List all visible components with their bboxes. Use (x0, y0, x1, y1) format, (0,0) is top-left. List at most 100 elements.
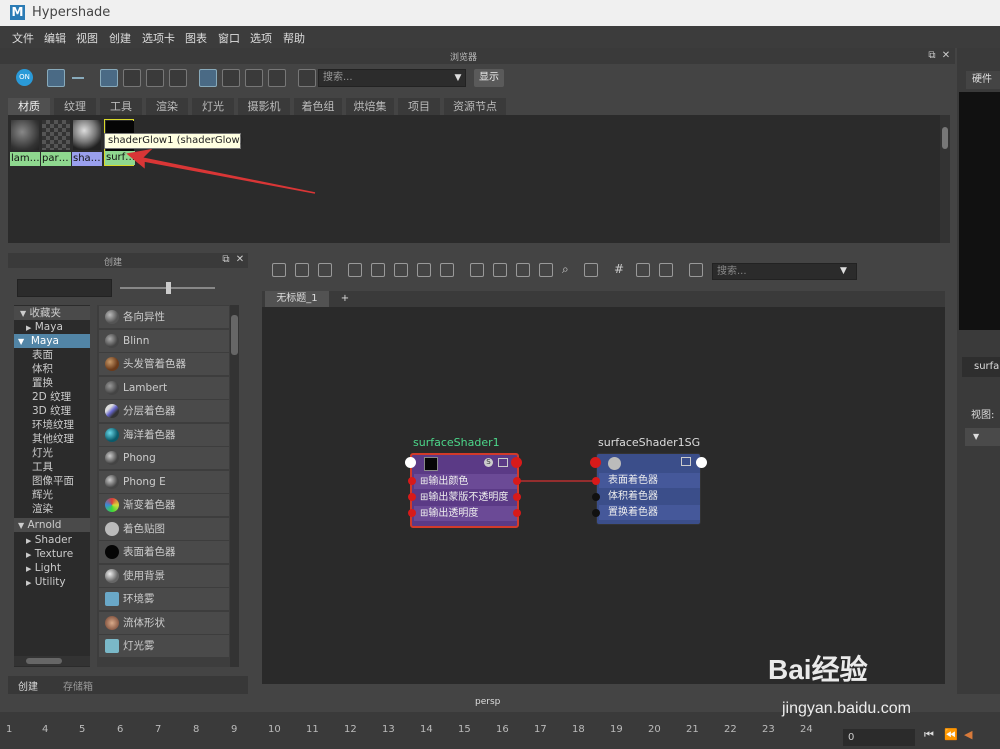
category-utilities[interactable]: 工具 (14, 460, 90, 474)
port-in[interactable] (408, 493, 416, 501)
node2-input-port[interactable] (590, 457, 601, 468)
scroll-thumb[interactable] (26, 658, 62, 664)
menu-view[interactable]: 视图 (76, 30, 98, 46)
close-panel-icon[interactable]: ✕ (940, 50, 952, 62)
tab-materials[interactable]: 材质 (8, 98, 50, 115)
show-button[interactable]: 显示 (474, 69, 504, 87)
category-displacement[interactable]: 置换 (14, 376, 90, 390)
category-lights[interactable]: 灯光 (14, 446, 90, 460)
node1-output-port[interactable] (511, 457, 522, 468)
tab-textures[interactable]: 纹理 (54, 98, 96, 115)
remove-selected-icon[interactable] (394, 263, 408, 277)
category-rendering[interactable]: 渲染 (14, 502, 90, 516)
attr-displacement-shader[interactable]: 置换着色器 (599, 505, 700, 520)
node-item-ocean-shader[interactable]: 海洋着色器 (99, 424, 229, 446)
category-arnold-light[interactable]: ▶ Light (14, 561, 90, 575)
node-item-lambert[interactable]: Lambert (99, 377, 229, 399)
node-item-anisotropic[interactable]: 各向异性 (99, 306, 229, 328)
menu-window[interactable]: 窗口 (218, 30, 240, 46)
snap-icon[interactable] (636, 263, 650, 277)
port-in[interactable] (592, 477, 600, 485)
node-item-light-fog[interactable]: 灯光雾 (99, 635, 229, 657)
connected-mode-icon[interactable] (493, 263, 507, 277)
node2-output-port[interactable] (696, 457, 707, 468)
custom-mode-icon[interactable] (539, 263, 553, 277)
search-dropdown-icon[interactable]: ▼ (450, 69, 466, 87)
frame-icon[interactable] (584, 263, 598, 277)
port-out[interactable] (513, 477, 521, 485)
port-in[interactable] (592, 509, 600, 517)
node-item-surface-shader[interactable]: 表面着色器 (99, 541, 229, 563)
swatch-scrollbar[interactable] (940, 115, 950, 243)
category-hscrollbar[interactable] (14, 656, 90, 666)
slider-knob[interactable] (166, 282, 171, 294)
category-favorites[interactable]: ▼ 收藏夹 (14, 306, 90, 320)
node-item-shading-map[interactable]: 着色贴图 (99, 518, 229, 540)
port-in[interactable] (408, 477, 416, 485)
swatch-display-icon[interactable] (659, 263, 673, 277)
category-arnold-utility[interactable]: ▶ Utility (14, 575, 90, 589)
clear-graph-icon[interactable] (348, 263, 362, 277)
menu-edit[interactable]: 编辑 (44, 30, 66, 46)
category-2d-textures[interactable]: 2D 纹理 (14, 390, 90, 404)
tab-shading-groups[interactable]: 着色组 (294, 98, 342, 115)
category-3d-textures[interactable]: 3D 纹理 (14, 404, 90, 418)
search-dropdown-icon[interactable]: ▼ (840, 263, 847, 280)
node-item-blinn[interactable]: Blinn (99, 330, 229, 352)
scroll-thumb[interactable] (942, 127, 948, 149)
sort-type-icon[interactable] (222, 69, 240, 87)
sort-time-icon[interactable] (245, 69, 263, 87)
filter-icon[interactable] (298, 69, 316, 87)
tab-create[interactable]: 创建 (18, 678, 38, 693)
swatch-particle[interactable]: par… (41, 119, 71, 166)
property-name-field[interactable]: surfa (962, 357, 1000, 377)
menu-graph[interactable]: 图表 (185, 30, 207, 46)
category-maya[interactable]: ▼ Maya (14, 334, 90, 348)
category-surface[interactable]: 表面 (14, 348, 90, 362)
attr-volume-shader[interactable]: 体积着色器 (599, 489, 700, 504)
tab-asset-nodes[interactable]: 资源节点 (444, 98, 506, 115)
io-connections-icon[interactable] (295, 263, 309, 277)
node-item-phong[interactable]: Phong (99, 447, 229, 469)
node-mode-icon[interactable] (498, 458, 508, 467)
node-item-hair-tube-shader[interactable]: 头发管着色器 (99, 353, 229, 375)
category-env-textures[interactable]: 环境纹理 (14, 418, 90, 432)
category-volume[interactable]: 体积 (14, 362, 90, 376)
output-connections-icon[interactable] (318, 263, 332, 277)
swatch-shader[interactable]: sha… (72, 119, 102, 166)
rearrange-graph-icon[interactable] (440, 263, 454, 277)
tab-untitled-1[interactable]: 无标题_1 (265, 291, 329, 307)
simple-mode-icon[interactable] (470, 263, 484, 277)
category-arnold[interactable]: ▼ Arnold (14, 518, 90, 532)
category-glow[interactable]: 辉光 (14, 488, 90, 502)
node-surface-shader[interactable]: S ⊞输出颜色 ⊞输出蒙版不透明度 ⊞输出透明度 (410, 453, 519, 528)
menu-file[interactable]: 文件 (12, 30, 34, 46)
full-mode-icon[interactable] (516, 263, 530, 277)
category-image-planes[interactable]: 图像平面 (14, 474, 90, 488)
tab-hardware[interactable]: 硬件 (966, 71, 1000, 89)
search-icon[interactable]: ⌕ (562, 262, 569, 277)
tab-bake-sets[interactable]: 烘焙集 (346, 98, 394, 115)
tab-bins[interactable]: 存储箱 (63, 678, 93, 693)
add-selected-icon[interactable] (371, 263, 385, 277)
tab-lights[interactable]: 灯光 (192, 98, 234, 115)
go-to-start-icon[interactable]: ⏮ (924, 728, 934, 742)
tab-rendering[interactable]: 渲染 (146, 98, 188, 115)
tab-cameras[interactable]: 摄影机 (238, 98, 290, 115)
refresh-icon[interactable] (268, 69, 286, 87)
category-maya-fav[interactable]: ▶ Maya (14, 320, 90, 334)
float-panel-icon[interactable]: ⧉ (220, 254, 232, 266)
tab-projects[interactable]: 项目 (398, 98, 440, 115)
xlarge-swatch-icon[interactable] (169, 69, 187, 87)
port-in[interactable] (592, 493, 600, 501)
add-tab-button[interactable]: + (335, 291, 355, 307)
node-item-phong-e[interactable]: Phong E (99, 471, 229, 493)
swatch-lambert[interactable]: lam… (10, 119, 40, 166)
current-frame-input[interactable]: 0 (843, 729, 915, 746)
node-item-env-fog[interactable]: 环境雾 (99, 588, 229, 610)
node-item-ramp-shader[interactable]: 渐变着色器 (99, 494, 229, 516)
grid-icon[interactable]: # (614, 262, 624, 276)
attr-surface-shader[interactable]: 表面着色器 (599, 473, 700, 488)
small-swatch-icon[interactable] (100, 69, 118, 87)
collapse-icon[interactable]: ▼ (965, 428, 1000, 446)
